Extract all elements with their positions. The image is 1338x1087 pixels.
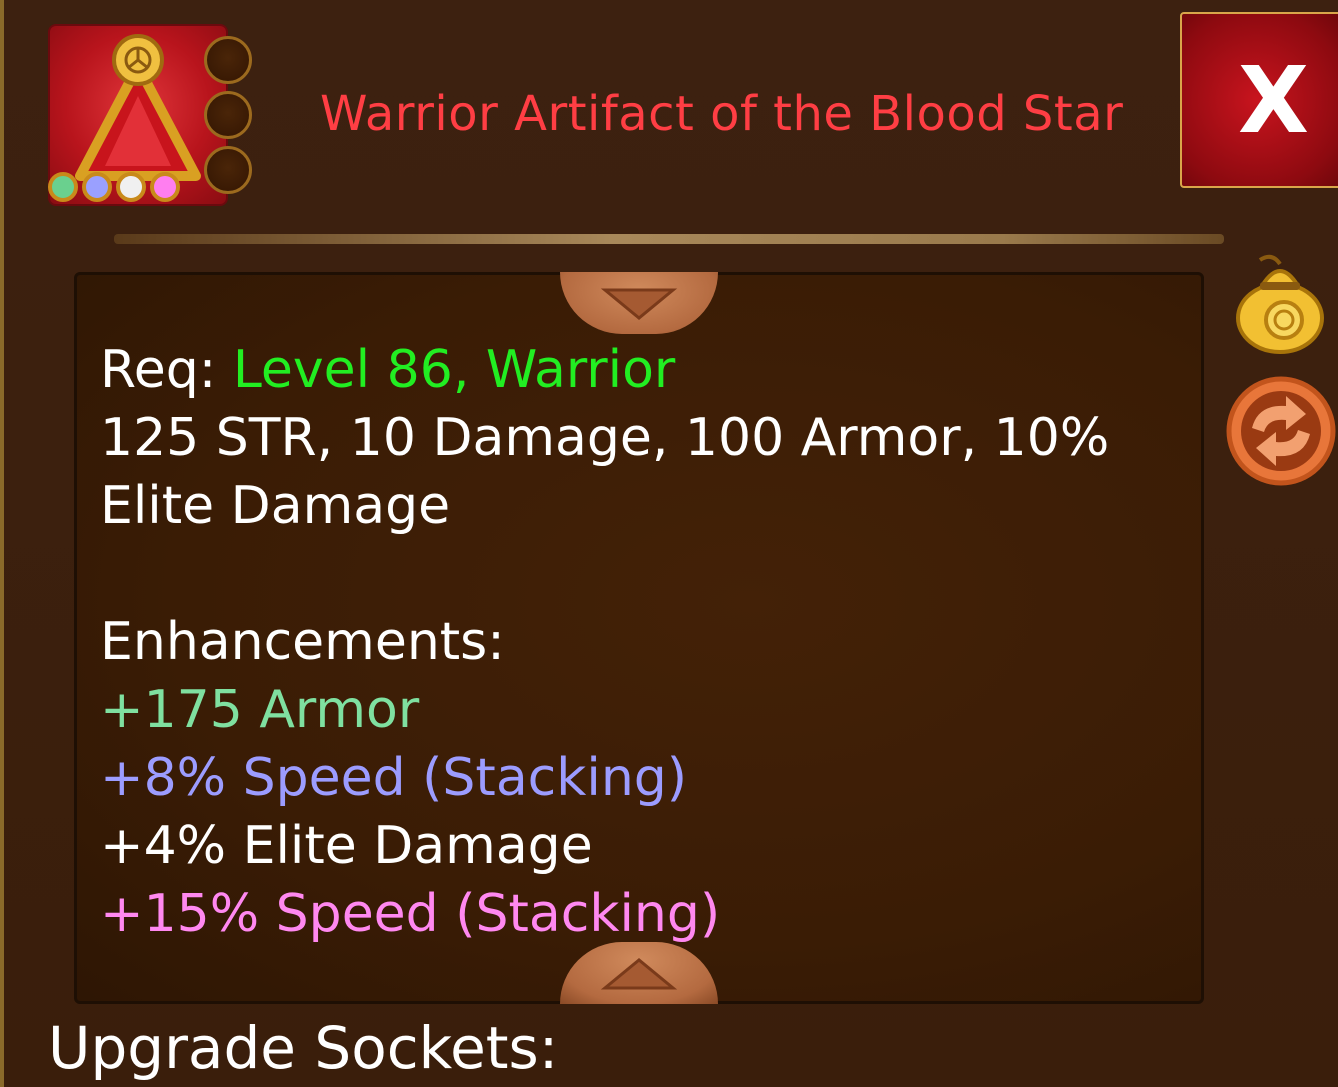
swap-arrows-icon: [1226, 376, 1336, 486]
sell-button[interactable]: [1232, 246, 1328, 360]
gem-blue-icon: [82, 172, 112, 202]
triangle-up-icon: [600, 958, 678, 990]
gem-pink-icon: [150, 172, 180, 202]
triangle-down-icon: [600, 288, 678, 320]
stats-line-2: Elite Damage: [100, 476, 451, 536]
req-label: Req:: [100, 340, 233, 400]
req-level: Level 86: [232, 340, 453, 400]
gem-green-icon: [48, 172, 78, 202]
req-separator: ,: [452, 340, 486, 400]
enhancement-item: +175 Armor: [100, 680, 420, 740]
divider: [114, 234, 1224, 244]
socket-column: [204, 36, 256, 201]
enhancement-item: +15% Speed (Stacking): [100, 884, 721, 944]
item-title: Warrior Artifact of the Blood Star: [320, 86, 1124, 142]
empty-socket-icon: [204, 36, 252, 84]
gold-bag-icon: [1236, 254, 1324, 354]
requirements-line: Req: Level 86, Warrior: [100, 336, 1190, 404]
enhancement-item: +4% Elite Damage: [100, 816, 593, 876]
req-class: Warrior: [485, 340, 676, 400]
item-detail-window: Warrior Artifact of the Blood Star X Req…: [0, 0, 1338, 1087]
stats-line-1: 125 STR, 10 Damage, 100 Armor, 10%: [100, 408, 1110, 468]
upgrade-sockets-label: Upgrade Sockets:: [48, 1014, 559, 1082]
empty-socket-icon: [204, 91, 252, 139]
enhancements-heading: Enhancements:: [100, 612, 505, 672]
gem-white-icon: [116, 172, 146, 202]
empty-socket-icon: [204, 146, 252, 194]
enhancement-item: +8% Speed (Stacking): [100, 748, 688, 808]
enhancement-gems: [48, 172, 180, 206]
item-description: Req: Level 86, Warrior 125 STR, 10 Damag…: [100, 336, 1190, 948]
swap-button[interactable]: [1224, 374, 1338, 492]
close-button[interactable]: X: [1180, 12, 1338, 188]
